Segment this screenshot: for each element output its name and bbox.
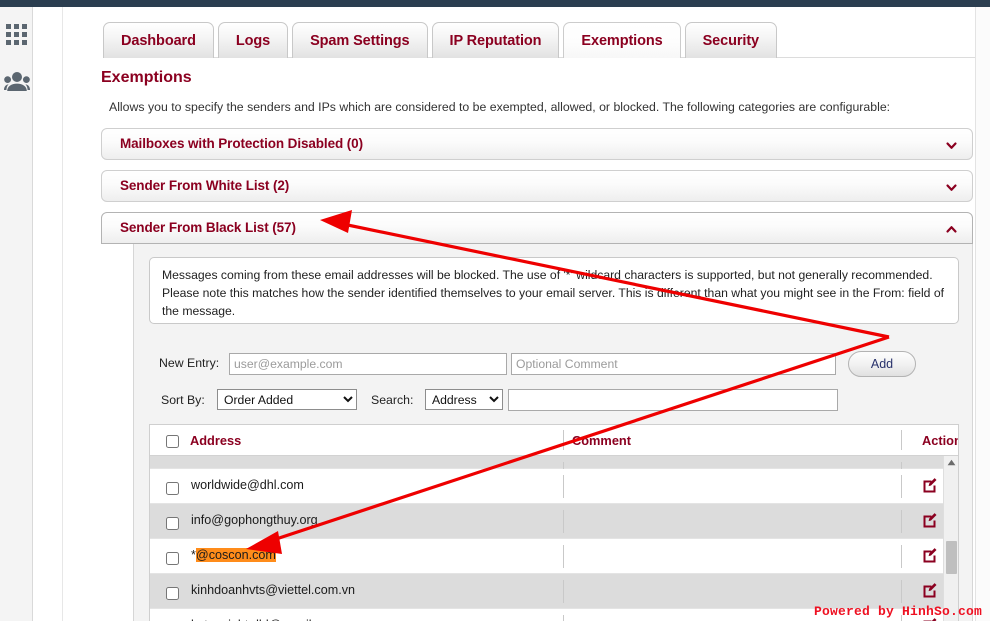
sort-by-label: Sort By: — [161, 393, 205, 407]
select-all-checkbox[interactable] — [166, 435, 179, 448]
cell-address: kinhdoanhvts@viettel.com.vn — [191, 583, 355, 597]
sidebar-item-apps[interactable] — [0, 12, 33, 56]
black-list-panel: Messages coming from these email address… — [133, 244, 973, 621]
watermark: Powered by HinhSo.com — [813, 604, 982, 619]
new-entry-row: New Entry: Add — [134, 351, 974, 377]
chevron-up-icon — [946, 226, 957, 233]
cell-divider — [901, 475, 902, 498]
cell-divider — [563, 475, 564, 498]
accordion-label: Sender From Black List (57) — [120, 220, 296, 235]
scroll-up-arrow-icon[interactable] — [947, 459, 956, 466]
cell-address: worldwide@dhl.com — [191, 478, 304, 492]
tab-spam-settings[interactable]: Spam Settings — [292, 22, 428, 58]
cell-divider — [901, 580, 902, 603]
table-row[interactable]: worldwide@dhl.com — [150, 469, 958, 504]
chevron-down-icon — [946, 142, 957, 149]
table-row[interactable]: info@gophongthuy.org — [150, 504, 958, 539]
cell-divider — [563, 545, 564, 568]
new-entry-comment-input[interactable] — [511, 353, 836, 375]
tab-exemptions[interactable]: Exemptions — [563, 22, 681, 58]
cell-divider — [563, 580, 564, 603]
page-description: Allows you to specify the senders and IP… — [109, 100, 891, 114]
accordion-label: Mailboxes with Protection Disabled (0) — [120, 136, 363, 151]
panel-note: Messages coming from these email address… — [149, 257, 959, 324]
search-input[interactable] — [508, 389, 838, 411]
header-divider — [901, 430, 902, 450]
row-select-checkbox[interactable] — [166, 587, 179, 600]
edit-icon[interactable] — [922, 547, 938, 563]
grid-icon — [6, 23, 27, 45]
content-area: Dashboard Logs Spam Settings IP Reputati… — [34, 7, 990, 621]
tab-logs[interactable]: Logs — [217, 22, 289, 58]
tab-dashboard[interactable]: Dashboard — [103, 22, 214, 58]
tab-bar: Dashboard Logs Spam Settings IP Reputati… — [103, 18, 778, 58]
page-pane: Dashboard Logs Spam Settings IP Reputati… — [62, 7, 990, 621]
column-header-address[interactable]: Address — [190, 433, 241, 448]
add-button[interactable]: Add — [848, 351, 916, 377]
cell-divider — [563, 615, 564, 621]
users-icon — [3, 72, 30, 91]
cell-divider — [901, 545, 902, 568]
accordion-label: Sender From White List (2) — [120, 178, 290, 193]
tab-security[interactable]: Security — [684, 22, 778, 58]
sort-by-select[interactable]: Order Added — [217, 389, 357, 410]
cell-address: info@gophongthuy.org — [191, 513, 318, 527]
accordion-sender-from-white-list[interactable]: Sender From White List (2) — [101, 170, 973, 202]
cell-divider — [563, 510, 564, 533]
cell-address: *@coscon.com — [191, 548, 276, 562]
left-icon-rail — [0, 7, 33, 621]
accordion-sender-from-black-list[interactable]: Sender From Black List (57) — [101, 212, 973, 244]
chevron-down-icon — [946, 184, 957, 191]
header-divider — [563, 430, 564, 450]
browser-top-bar — [0, 0, 990, 7]
table-scrollbar-thumb[interactable] — [946, 541, 957, 574]
application-window: Dashboard Logs Spam Settings IP Reputati… — [0, 0, 990, 621]
row-select-checkbox[interactable] — [166, 552, 179, 565]
row-select-checkbox[interactable] — [166, 482, 179, 495]
column-header-comment[interactable]: Comment — [572, 433, 631, 448]
search-field-select[interactable]: Address — [425, 389, 503, 410]
new-entry-input[interactable] — [229, 353, 507, 375]
table-header-row: Address Comment Action — [150, 425, 958, 456]
sidebar-item-users[interactable] — [0, 60, 33, 104]
accordion-mailboxes-protection-disabled[interactable]: Mailboxes with Protection Disabled (0) — [101, 128, 973, 160]
table-row-highlighted[interactable]: *@coscon.com — [150, 539, 958, 574]
tab-ip-reputation[interactable]: IP Reputation — [431, 22, 560, 58]
sort-search-row: Sort By: Order Added Search: Address — [134, 389, 974, 413]
edit-icon[interactable] — [922, 582, 938, 598]
table-row[interactable] — [150, 456, 958, 485]
new-entry-label: New Entry: — [159, 356, 220, 370]
table-scrollbar[interactable] — [943, 456, 958, 621]
search-label: Search: — [371, 393, 414, 407]
cell-address-highlight: @coscon.com — [195, 548, 276, 562]
column-header-action: Action — [922, 433, 959, 448]
row-select-checkbox[interactable] — [166, 517, 179, 530]
black-list-table: Address Comment Action worldwide@dhl.com… — [149, 424, 959, 621]
page-scrollbar[interactable] — [975, 7, 990, 621]
edit-icon[interactable] — [922, 512, 938, 528]
edit-icon[interactable] — [922, 477, 938, 493]
page-title: Exemptions — [101, 69, 192, 86]
cell-divider — [901, 510, 902, 533]
table-body: worldwide@dhl.com info@gophongthuy.org *… — [150, 456, 958, 621]
